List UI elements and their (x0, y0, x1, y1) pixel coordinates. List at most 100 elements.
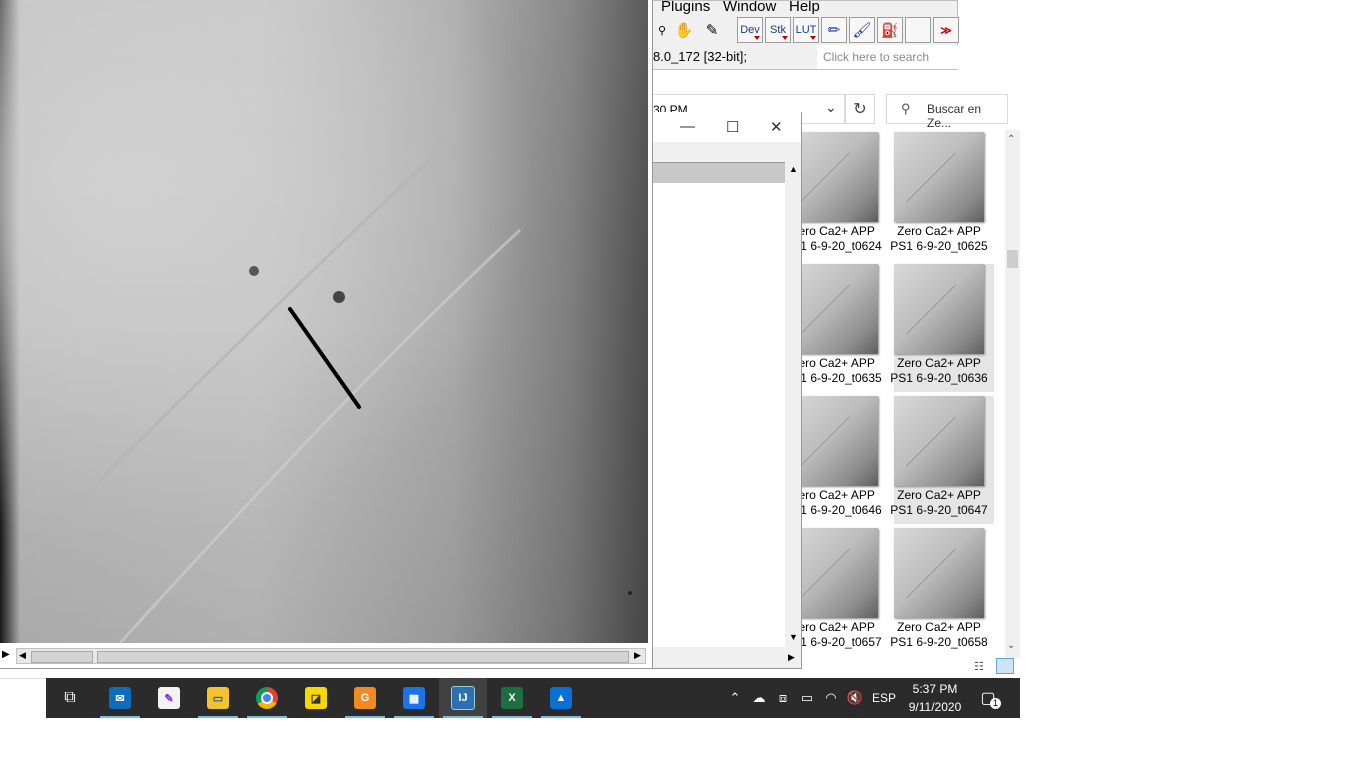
thumbnail-caption: Zero Ca2+ APP PS1 6-9-20_t0658 (890, 620, 988, 649)
scrollbar-thumb[interactable] (1007, 250, 1018, 268)
scroll-tool[interactable]: ✋ (671, 17, 697, 43)
thumbnail-image (894, 528, 984, 618)
minimize-icon[interactable]: — (680, 118, 695, 135)
show-hidden-icons[interactable]: ⌃ (726, 678, 744, 718)
running-indicator (247, 716, 287, 718)
imagej-search-input[interactable]: Click here to search (817, 45, 958, 69)
magnifier-icon: ⚲ (657, 24, 667, 37)
thumbnail-item[interactable]: Zero Ca2+ APP PS1 6-9-20_t0657 (784, 528, 888, 656)
task-view-button[interactable]: ⧉ (46, 678, 94, 718)
taskbar: ⧉ ✉ ✎ ▭ ◪ G ▦ IJ X ▲ ⌃ ☁ ⧈ ▭ ◠ 🔇 ESP 5:3… (46, 678, 1020, 718)
brush-tool[interactable]: 🖌 (849, 17, 875, 43)
imagej-button[interactable]: IJ (439, 678, 487, 718)
image-window: ▶ ◀ ▶ (0, 0, 653, 669)
thumbnail-item[interactable]: Zero Ca2+ APP PS1 6-9-20_t0624 (784, 132, 888, 260)
thumbnail-item[interactable]: Zero Ca2+ APP PS1 6-9-20_t0625 (890, 132, 994, 260)
imagej-icon: IJ (451, 686, 475, 710)
thumbnail-image (894, 396, 984, 486)
thumbnail-item[interactable]: Zero Ca2+ APP PS1 6-9-20_t0647 (890, 396, 994, 524)
large-icons-view-icon[interactable] (996, 658, 1014, 674)
excel-button[interactable]: X (488, 678, 536, 718)
line-selection[interactable] (288, 307, 361, 409)
menu-help[interactable]: Help (789, 1, 820, 15)
security-icon[interactable]: ⧈ (772, 678, 794, 718)
menu-plugins[interactable]: Plugins (661, 1, 710, 15)
volume-muted-icon[interactable]: 🔇 (844, 678, 866, 718)
scroll-left-icon[interactable]: ◀ (19, 650, 26, 661)
paint-button[interactable]: ✎ (145, 678, 193, 718)
pdf-button[interactable]: G (341, 678, 389, 718)
clock-time: 5:37 PM (912, 682, 958, 696)
dialog-vertical-scrollbar[interactable]: ▲ ▼ (785, 162, 801, 648)
clock[interactable]: 5:37 PM 9/11/2020 (904, 678, 966, 718)
explorer-scrollbar[interactable]: ⌃ ⌄ (1005, 130, 1020, 658)
thumbnail-item[interactable]: Zero Ca2+ APP PS1 6-9-20_t0635 (784, 264, 888, 392)
running-indicator (394, 716, 434, 718)
pdf-icon: G (354, 687, 376, 709)
search-placeholder: Buscar en Ze... (927, 102, 982, 130)
notification-center-button[interactable]: ▢ 1 (976, 678, 1001, 718)
details-view-icon[interactable]: ☷ (974, 660, 990, 674)
language-indicator[interactable]: ESP (870, 678, 898, 718)
chevron-up-icon[interactable]: ⌃ (1007, 134, 1015, 145)
play-icon[interactable]: ▶ (2, 649, 10, 660)
dialog-list[interactable] (648, 162, 785, 647)
refresh-button[interactable]: ↻ (845, 94, 875, 124)
image-overlay (18, 148, 632, 643)
battery-icon[interactable]: ▭ (796, 678, 818, 718)
dropdown-indicator (782, 36, 788, 40)
calendar-button[interactable]: ▦ (390, 678, 438, 718)
menu-window[interactable]: Window (723, 1, 776, 15)
thumbnail-caption: Zero Ca2+ APP PS1 6-9-20_t0625 (890, 224, 988, 253)
scroll-right-icon[interactable]: ▶ (788, 652, 795, 663)
calendar-icon: ▦ (403, 687, 425, 709)
dev-label: Dev (740, 24, 760, 36)
scroll-down-icon[interactable]: ▼ (789, 632, 798, 642)
mail-button[interactable]: ✉ (96, 678, 144, 718)
sticky-notes-icon: ◪ (305, 687, 327, 709)
sticky-notes-button[interactable]: ◪ (292, 678, 340, 718)
dropdown-indicator (810, 36, 816, 40)
chevron-down-icon[interactable]: ⌄ (1007, 640, 1015, 651)
thumbnail-item[interactable]: Zero Ca2+ APP PS1 6-9-20_t0636 (890, 264, 994, 392)
chrome-button[interactable] (243, 678, 291, 718)
color-picker-tool[interactable]: ✎ (699, 17, 725, 43)
running-indicator (443, 716, 483, 718)
stack-slider[interactable]: ◀ ▶ (16, 648, 646, 664)
more-tools-icon: ≫ (940, 24, 952, 37)
dialog-window: — ☐ ✕ ▲ ▼ ▶ (648, 112, 802, 669)
chevron-down-icon[interactable]: ⌄ (825, 99, 837, 116)
more-tools-button[interactable]: ≫ (933, 17, 959, 43)
flood-fill-tool[interactable]: ⛽ (877, 17, 903, 43)
stk-tool-button[interactable]: Stk (765, 17, 791, 43)
pencil-tool[interactable]: ✏ (821, 17, 847, 43)
close-icon[interactable]: ✕ (770, 118, 783, 136)
dropdown-indicator (754, 36, 760, 40)
thumbnail-item[interactable]: Zero Ca2+ APP PS1 6-9-20_t0658 (890, 528, 994, 656)
mail-icon: ✉ (109, 687, 131, 709)
wifi-icon[interactable]: ◠ (820, 678, 842, 718)
chevron-up-icon: ⌃ (729, 690, 741, 705)
thumbnail-image (894, 264, 984, 354)
thumbnail-image (894, 132, 984, 222)
dev-tool-button[interactable]: Dev (737, 17, 763, 43)
hand-icon: ✋ (674, 22, 694, 39)
running-indicator (345, 716, 385, 718)
thumbnail-item[interactable]: Zero Ca2+ APP PS1 6-9-20_t0646 (784, 396, 888, 524)
lut-tool-button[interactable]: LUT (793, 17, 819, 43)
notification-count: 1 (990, 698, 1001, 709)
scroll-up-icon[interactable]: ▲ (789, 164, 798, 174)
running-indicator (492, 716, 532, 718)
photos-button[interactable]: ▲ (537, 678, 585, 718)
scroll-right-icon[interactable]: ▶ (634, 650, 641, 661)
explorer-search-input[interactable]: ⚲ Buscar en Ze... (886, 94, 1008, 130)
thumbnail-caption: Zero Ca2+ APP PS1 6-9-20_t0647 (890, 488, 988, 517)
file-explorer-button[interactable]: ▭ (194, 678, 242, 718)
onedrive-icon[interactable]: ☁ (748, 678, 770, 718)
empty-tool-slot[interactable] (905, 17, 931, 43)
bucket-icon: ⛽ (881, 21, 899, 38)
dialog-horizontal-scrollbar[interactable]: ▶ (648, 650, 801, 666)
dialog-titlebar: — ☐ ✕ (648, 112, 801, 142)
imagej-toolbar-window: Plugins Window Help ⚲ ✋ ✎ Dev Stk LUT ✏ … (648, 0, 959, 70)
maximize-icon[interactable]: ☐ (726, 118, 739, 136)
